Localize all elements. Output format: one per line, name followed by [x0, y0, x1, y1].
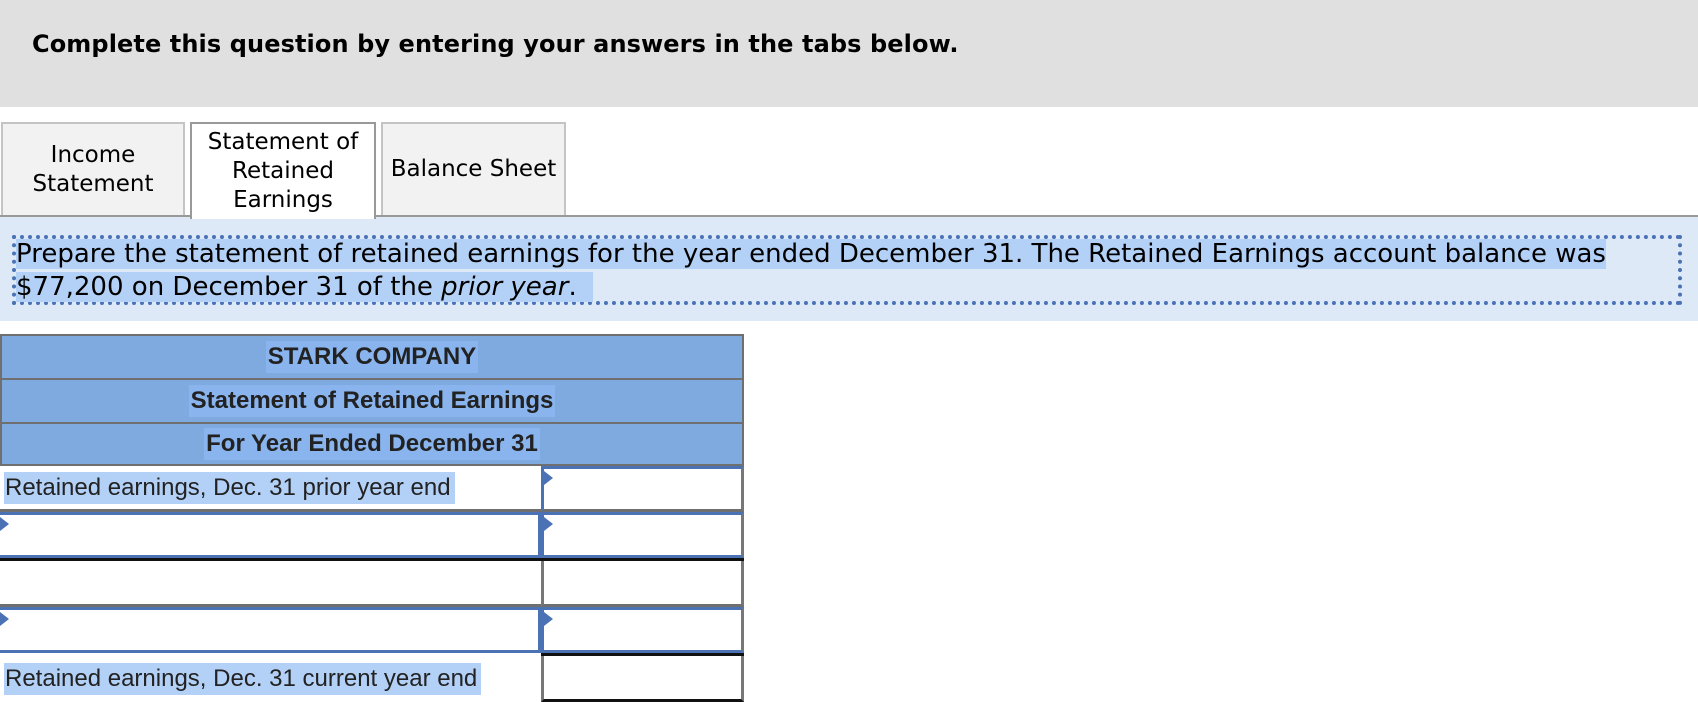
amount-input-row-4[interactable]	[541, 607, 744, 653]
question-banner: Complete this question by entering your …	[0, 0, 1698, 107]
instruction-line-2: $77,200 on December 31 of the prior year…	[16, 272, 594, 302]
statement-company-header: STARK COMPANY	[0, 334, 744, 378]
row-label-subtotal	[0, 561, 541, 607]
tab-balance-sheet-label: Balance Sheet	[390, 156, 557, 182]
row-label-text: Retained earnings, Dec. 31 current year …	[4, 663, 482, 695]
label-field[interactable]	[0, 610, 538, 650]
tab-balance-sheet[interactable]: Balance Sheet	[381, 122, 566, 215]
instruction-line-2-prefix: $77,200 on December 31 of the	[16, 272, 442, 302]
table-row: Retained earnings, Dec. 31 current year …	[0, 656, 744, 702]
table-row: Retained earnings, Dec. 31 prior year en…	[0, 466, 744, 512]
tab-statement-of-retained-earnings[interactable]: Statement of Retained Earnings	[190, 122, 376, 219]
amount-field[interactable]	[544, 515, 741, 555]
row-label-prior-year: Retained earnings, Dec. 31 prior year en…	[0, 466, 541, 512]
retained-earnings-statement: STARK COMPANY Statement of Retained Earn…	[0, 334, 744, 702]
amount-field[interactable]	[544, 610, 741, 650]
tab-income-statement-label: Income Statement	[32, 141, 154, 197]
tab-statement-of-retained-earnings-label: Statement of Retained Earnings	[207, 129, 359, 213]
statement-period: For Year Ended December 31	[204, 428, 540, 460]
label-select-row-2[interactable]	[0, 512, 541, 558]
amount-input-row-2[interactable]	[541, 512, 744, 558]
statement-title-header: Statement of Retained Earnings	[0, 378, 744, 422]
amount-input-prior-year[interactable]	[541, 466, 744, 512]
table-row	[0, 558, 744, 607]
banner-title: Complete this question by entering your …	[32, 30, 959, 58]
table-row	[0, 607, 744, 653]
company-name: STARK COMPANY	[265, 341, 479, 373]
label-field[interactable]	[0, 515, 538, 555]
statement-title: Statement of Retained Earnings	[188, 385, 556, 417]
table-row	[0, 512, 744, 558]
instruction-emphasis: prior year	[441, 272, 569, 302]
row-label-text: Retained earnings, Dec. 31 prior year en…	[4, 471, 455, 504]
statement-period-header: For Year Ended December 31	[0, 422, 744, 466]
amount-field[interactable]	[544, 469, 741, 509]
instruction-line-1: Prepare the statement of retained earnin…	[16, 239, 1606, 269]
tab-income-statement[interactable]: Income Statement	[1, 122, 185, 215]
label-select-row-4[interactable]	[0, 607, 541, 653]
amount-current-year	[541, 656, 744, 702]
row-label-current-year: Retained earnings, Dec. 31 current year …	[0, 656, 541, 702]
instruction-text: Prepare the statement of retained earnin…	[16, 238, 1656, 304]
amount-subtotal	[541, 561, 744, 607]
instruction-line-2-suffix: .	[568, 272, 577, 302]
